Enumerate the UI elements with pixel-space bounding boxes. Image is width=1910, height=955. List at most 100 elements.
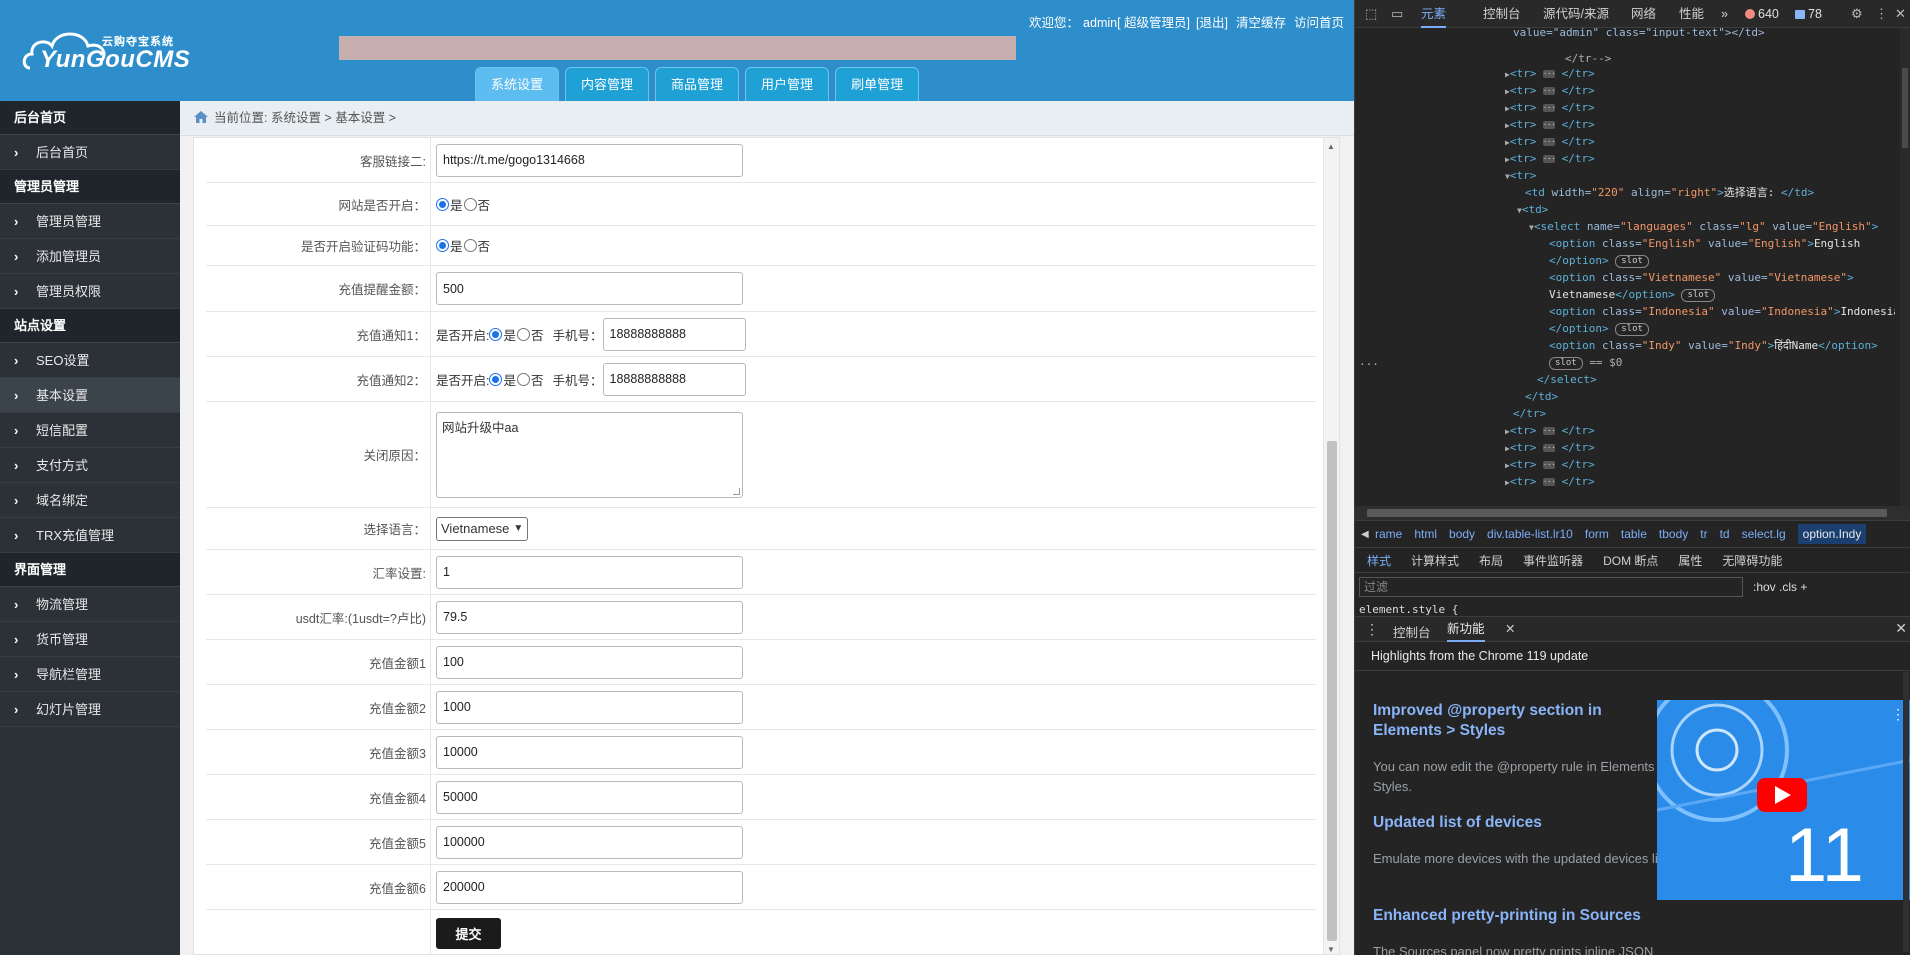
subtab-accessibility[interactable]: 无障碍功能 — [1722, 552, 1782, 569]
styles-filter-tools[interactable]: :hov .cls + — [1753, 580, 1807, 594]
drawer-tab-console[interactable]: 控制台 — [1393, 622, 1431, 641]
notify2-yes-radio[interactable] — [489, 372, 503, 386]
notify1-yes-radio[interactable] — [489, 327, 503, 341]
amount6-input[interactable]: 200000 — [436, 870, 743, 904]
close-drawer-icon[interactable]: ✕ — [1895, 620, 1907, 637]
crumb[interactable]: html — [1414, 527, 1437, 541]
clear-cache-link[interactable]: 清空缓存 — [1236, 16, 1286, 30]
crumb[interactable]: select.lg — [1742, 527, 1786, 541]
subtab-dom-breakpoints[interactable]: DOM 断点 — [1603, 552, 1658, 569]
amount1-input[interactable]: 100 — [436, 645, 743, 679]
sidebar-item-admin-permissions[interactable]: › 管理员权限 — [0, 274, 180, 309]
dom-line[interactable]: </select> — [1537, 373, 1597, 387]
dom-line[interactable]: ▶<tr> ··· </tr> — [1505, 84, 1595, 99]
language-select[interactable]: Vietnamese ▼ — [436, 516, 529, 541]
dom-line[interactable]: <option class="Indonesia" value="Indones… — [1549, 305, 1895, 319]
recharge-reminder-input[interactable]: 500 — [436, 272, 743, 305]
dom-line[interactable]: Vietnamese</option> slot — [1549, 288, 1716, 302]
subtab-event-listeners[interactable]: 事件监听器 — [1523, 552, 1583, 569]
dom-line[interactable]: ▶<tr> ··· </tr> — [1505, 458, 1595, 473]
dom-line[interactable]: </option> slot — [1549, 254, 1649, 268]
close-tab-icon[interactable]: ✕ — [1505, 621, 1515, 636]
crumb[interactable]: td — [1720, 527, 1730, 541]
device-toolbar-icon[interactable]: ▭ — [1391, 6, 1403, 22]
site-open-yes-radio[interactable] — [436, 197, 449, 211]
dom-line[interactable]: ▶<tr> ··· </tr> — [1505, 441, 1595, 456]
captcha-yes-radio[interactable] — [436, 239, 449, 252]
chevron-left-icon[interactable]: ◀ — [1361, 529, 1369, 540]
dom-line[interactable]: </option> slot — [1549, 322, 1649, 336]
submit-button[interactable]: 提交 — [436, 917, 501, 949]
kebab-menu-icon[interactable]: ⋮ — [1875, 6, 1888, 22]
sidebar-item-payment[interactable]: › 支付方式 — [0, 448, 180, 483]
subtab-layout[interactable]: 布局 — [1479, 552, 1503, 569]
scrollbar-thumb[interactable] — [1902, 68, 1908, 148]
tab-sources[interactable]: 源代码/来源 — [1543, 0, 1609, 28]
dom-line[interactable]: ▶<tr> ··· </tr> — [1505, 475, 1595, 490]
crumb[interactable]: rame — [1375, 527, 1402, 541]
subtab-computed[interactable]: 计算样式 — [1411, 552, 1459, 569]
dom-line[interactable]: ▶<tr> ··· </tr> — [1505, 67, 1595, 82]
tab-system-settings[interactable]: 系统设置 — [475, 67, 560, 101]
scrollbar-thumb[interactable] — [1327, 441, 1337, 941]
error-count[interactable]: 640 — [1745, 7, 1779, 21]
close-icon[interactable]: ✕ — [1895, 6, 1906, 22]
notify2-phone-input[interactable]: 18888888888 — [602, 362, 746, 396]
dom-scrollbar[interactable] — [1900, 28, 1910, 506]
tab-console[interactable]: 控制台 — [1483, 0, 1521, 28]
dom-line[interactable]: ▶<tr> ··· </tr> — [1505, 424, 1595, 439]
dom-line[interactable]: ▶<tr> ··· </tr> — [1505, 118, 1595, 133]
dom-line[interactable]: ▶<tr> ··· </tr> — [1505, 101, 1595, 116]
whats-new-scrollbar[interactable] — [1903, 672, 1909, 952]
scroll-down-icon[interactable]: ▼ — [1327, 945, 1335, 954]
site-open-no-radio[interactable] — [463, 197, 477, 211]
dom-line[interactable]: ▶<tr> ··· </tr> — [1505, 135, 1595, 150]
tab-users[interactable]: 用户管理 — [745, 67, 830, 101]
crumb[interactable]: form — [1585, 527, 1609, 541]
tab-fake-orders[interactable]: 刷单管理 — [835, 67, 920, 101]
tab-network[interactable]: 网络 — [1631, 0, 1656, 28]
dom-line[interactable]: </td> — [1525, 390, 1558, 404]
crumb[interactable]: tr — [1700, 527, 1707, 541]
sidebar-item-slides[interactable]: › 幻灯片管理 — [0, 692, 180, 727]
subtab-properties[interactable]: 属性 — [1678, 552, 1702, 569]
kebab-menu-icon[interactable]: ⋮ — [1365, 621, 1379, 638]
message-count[interactable]: 78 — [1795, 7, 1822, 21]
rate-input[interactable]: 1 — [436, 555, 743, 589]
tab-elements[interactable]: 元素 — [1421, 0, 1447, 28]
resize-grip-icon[interactable] — [733, 487, 740, 495]
dom-gutter-ellipsis[interactable]: ··· — [1359, 358, 1379, 372]
dom-line[interactable]: <option class="Vietnamese" value="Vietna… — [1549, 271, 1854, 285]
dom-line[interactable]: </tr--> — [1565, 52, 1611, 66]
sidebar-item-trx[interactable]: › TRX充值管理 — [0, 518, 180, 553]
usdt-rate-input[interactable]: 79.5 — [436, 600, 743, 634]
logo[interactable]: 云购夺宝系统 YunGouCMS — [22, 24, 190, 80]
notify1-no-radio[interactable] — [517, 327, 530, 341]
sidebar-item-admin-manage[interactable]: › 管理员管理 — [0, 204, 180, 239]
crumb[interactable]: body — [1449, 527, 1475, 541]
sidebar-item-home[interactable]: › 后台首页 — [0, 135, 180, 170]
scroll-up-icon[interactable]: ▲ — [1327, 142, 1335, 151]
inspect-icon[interactable]: ⬚ — [1365, 6, 1377, 22]
dom-line[interactable]: <option class="Indy" value="Indy">हिंदीN… — [1549, 339, 1878, 353]
dom-line[interactable]: ▶<tr> ··· </tr> — [1505, 152, 1595, 167]
dom-line[interactable]: ▼<td> — [1517, 203, 1548, 218]
drawer-tab-whats-new[interactable]: 新功能 — [1447, 617, 1485, 642]
notify2-no-radio[interactable] — [517, 372, 530, 386]
amount5-input[interactable]: 100000 — [436, 825, 743, 859]
tab-products[interactable]: 商品管理 — [655, 67, 740, 101]
sidebar-item-sms[interactable]: › 短信配置 — [0, 413, 180, 448]
dom-line[interactable]: value="admin" class="input-text"></td> — [1513, 28, 1765, 40]
dom-line[interactable]: ▼<tr> — [1505, 169, 1536, 184]
dom-line[interactable]: <td width="220" align="right">选择语言: </td… — [1525, 186, 1814, 200]
sidebar-item-add-admin[interactable]: › 添加管理员 — [0, 239, 180, 274]
close-reason-textarea[interactable]: 网站升级中aa — [436, 411, 743, 498]
element-style-rule[interactable]: element.style { — [1359, 603, 1458, 616]
gear-icon[interactable]: ⚙ — [1851, 6, 1863, 22]
scrollbar-thumb[interactable] — [1367, 509, 1887, 517]
sidebar-item-navbar[interactable]: › 导航栏管理 — [0, 657, 180, 692]
logout-link[interactable]: [退出] — [1196, 16, 1228, 30]
amount4-input[interactable]: 50000 — [436, 780, 743, 814]
tab-performance[interactable]: 性能 — [1679, 0, 1704, 28]
dom-line[interactable]: <option class="English" value="English">… — [1549, 237, 1860, 251]
